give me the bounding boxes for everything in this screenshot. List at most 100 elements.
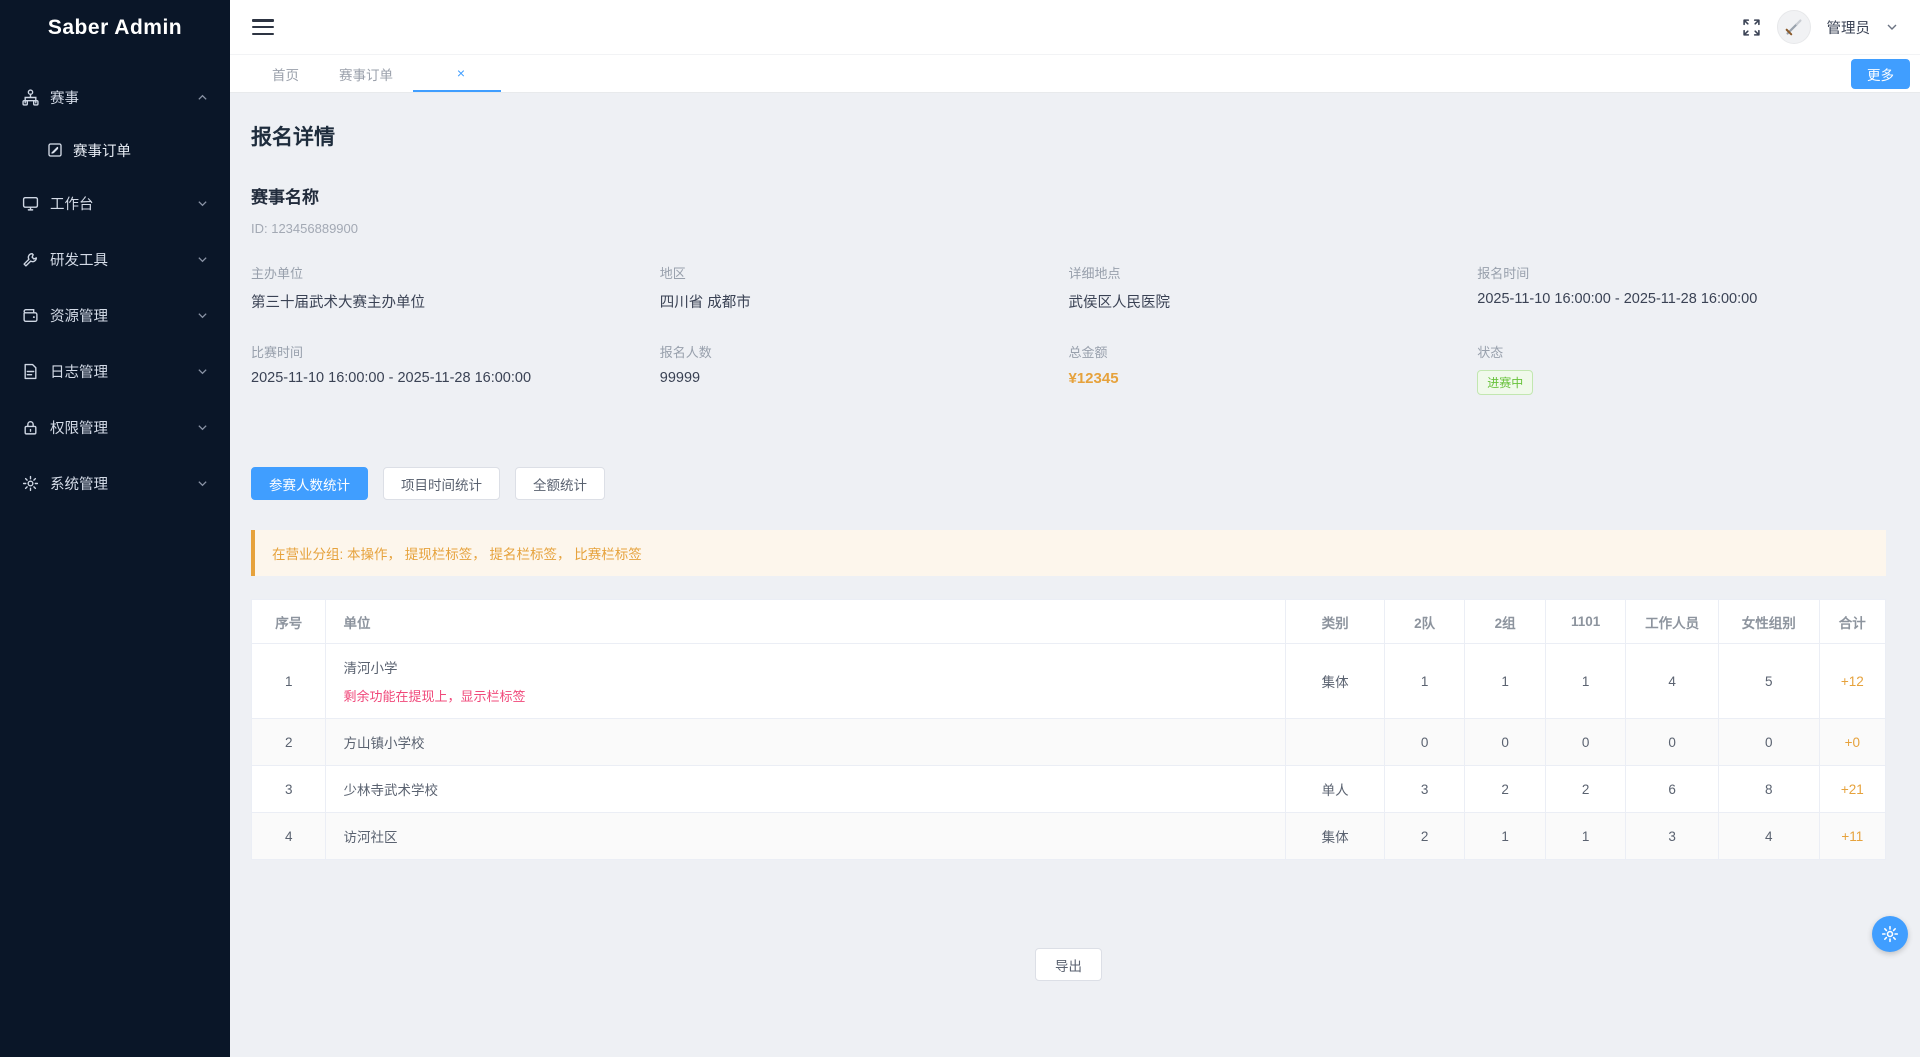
cell-value: 0 <box>1384 719 1464 766</box>
field-organizer: 主办单位 第三十届武术大赛主办单位 <box>251 263 660 312</box>
field-value: 四川省 成都市 <box>660 291 1069 312</box>
warning-alert: 在营业分组: 本操作， 提现栏标签， 提名栏标签， 比赛栏标签 <box>251 530 1886 576</box>
field-label: 总金额 <box>1069 342 1478 361</box>
field-total-amount: 总金额 ¥12345 <box>1069 342 1478 395</box>
col-female-group: 女性组别 <box>1718 600 1819 644</box>
sidebar-item-logs[interactable]: 日志管理 <box>0 343 230 399</box>
monitor-icon <box>22 195 39 212</box>
cell-value: 3 <box>1626 813 1719 860</box>
more-button[interactable]: 更多 <box>1851 59 1910 89</box>
cell-seq: 4 <box>252 813 326 860</box>
stats-table: 序号 单位 类别 2队 2组 1101 工作人员 女性组别 合计 <box>251 599 1886 860</box>
sidebar-item-label: 权限管理 <box>50 417 108 438</box>
sidebar-item-permissions[interactable]: 权限管理 <box>0 399 230 455</box>
cell-value: 5 <box>1718 644 1819 719</box>
sidebar-item-system[interactable]: 系统管理 <box>0 455 230 511</box>
table-row: 1 清河小学 剩余功能在提现上，显示栏标签 集体 1 1 1 4 5 +12 <box>252 644 1886 719</box>
sidebar-item-label: 赛事订单 <box>73 140 131 161</box>
sidebar-item-label: 工作台 <box>50 193 94 214</box>
user-avatar[interactable] <box>1777 10 1811 44</box>
main-column: 管理员 首页 赛事订单 × 更多 报名详情 赛事名称 ID: 1 <box>230 0 1920 1057</box>
cell-value: 0 <box>1718 719 1819 766</box>
cell-unit: 方山镇小学校 <box>326 719 1286 766</box>
chevron-down-icon <box>197 478 208 489</box>
stat-project-time-button[interactable]: 项目时间统计 <box>383 467 500 500</box>
field-signup-time: 报名时间 2025-11-10 16:00:00 - 2025-11-28 16… <box>1477 263 1886 312</box>
chevron-down-icon[interactable] <box>1886 21 1898 33</box>
sidebar-item-label: 系统管理 <box>50 473 108 494</box>
chevron-down-icon <box>197 198 208 209</box>
detail-grid: 主办单位 第三十届武术大赛主办单位 地区 四川省 成都市 详细地点 武侯区人民医… <box>251 263 1886 395</box>
field-region: 地区 四川省 成都市 <box>660 263 1069 312</box>
cell-total: +11 <box>1819 813 1885 860</box>
tab-active[interactable]: × <box>413 55 501 92</box>
cell-total: +0 <box>1819 719 1885 766</box>
document-icon <box>22 363 39 380</box>
sidebar-item-dev-tools[interactable]: 研发工具 <box>0 231 230 287</box>
sidebar-item-events[interactable]: 赛事 <box>0 69 230 125</box>
sidebar-menu: 赛事 赛事订单 工作台 <box>0 55 230 511</box>
event-id: ID: 123456889900 <box>251 221 1886 236</box>
unit-name: 清河小学 <box>343 657 1281 677</box>
cell-value: 2 <box>1384 813 1464 860</box>
export-button[interactable]: 导出 <box>1035 948 1102 981</box>
gear-icon <box>1881 925 1899 943</box>
gear-icon <box>22 475 39 492</box>
field-value: 第三十届武术大赛主办单位 <box>251 291 660 312</box>
cell-total: +12 <box>1819 644 1885 719</box>
unit-note: 剩余功能在提现上，显示栏标签 <box>343 686 1281 705</box>
field-value: 武侯区人民医院 <box>1069 291 1478 312</box>
sidebar-item-workbench[interactable]: 工作台 <box>0 175 230 231</box>
stat-participants-button[interactable]: 参赛人数统计 <box>251 467 368 500</box>
col-staff: 工作人员 <box>1626 600 1719 644</box>
sidebar-item-label: 赛事 <box>50 87 79 108</box>
cell-unit: 访河社区 <box>326 813 1286 860</box>
cell-value: 2 <box>1465 766 1545 813</box>
lock-icon <box>22 419 39 436</box>
table-row: 3 少林寺武术学校 单人 3 2 2 6 8 +21 <box>252 766 1886 813</box>
field-value: 99999 <box>660 370 1069 386</box>
cell-seq: 1 <box>252 644 326 719</box>
org-chart-icon <box>22 89 39 106</box>
sidebar-item-resources[interactable]: 资源管理 <box>0 287 230 343</box>
export-row: 导出 <box>251 948 1886 981</box>
page-title: 报名详情 <box>251 121 1886 151</box>
cell-total: +21 <box>1819 766 1885 813</box>
col-total: 合计 <box>1819 600 1885 644</box>
fullscreen-icon[interactable] <box>1742 18 1761 37</box>
cell-value: 1 <box>1545 644 1625 719</box>
cell-unit: 少林寺武术学校 <box>326 766 1286 813</box>
field-location: 详细地点 武侯区人民医院 <box>1069 263 1478 312</box>
chevron-down-icon <box>197 422 208 433</box>
tab-event-orders[interactable]: 赛事订单 <box>319 55 413 92</box>
sidebar: Saber Admin 赛事 <box>0 0 230 1057</box>
user-name[interactable]: 管理员 <box>1827 17 1871 38</box>
stat-full-amount-button[interactable]: 全额统计 <box>515 467 605 500</box>
cell-value: 0 <box>1465 719 1545 766</box>
chevron-down-icon <box>197 366 208 377</box>
app-logo: Saber Admin <box>0 0 230 55</box>
field-label: 状态 <box>1477 342 1886 361</box>
wrench-icon <box>22 251 39 268</box>
field-label: 报名人数 <box>660 342 1069 361</box>
sidebar-item-label: 日志管理 <box>50 361 108 382</box>
field-status: 状态 进赛中 <box>1477 342 1886 395</box>
sidebar-item-event-orders[interactable]: 赛事订单 <box>0 125 230 175</box>
menu-toggle-icon[interactable] <box>252 19 274 35</box>
col-1101: 1101 <box>1545 600 1625 644</box>
table-row: 2 方山镇小学校 0 0 0 0 0 +0 <box>252 719 1886 766</box>
field-value: 2025-11-10 16:00:00 - 2025-11-28 16:00:0… <box>1477 291 1886 307</box>
field-value: 2025-11-10 16:00:00 - 2025-11-28 16:00:0… <box>251 370 660 386</box>
col-2group: 2组 <box>1465 600 1545 644</box>
settings-fab[interactable] <box>1872 916 1908 952</box>
close-icon[interactable]: × <box>457 66 465 80</box>
tab-home[interactable]: 首页 <box>252 55 319 92</box>
cell-category: 集体 <box>1286 644 1385 719</box>
cell-seq: 3 <box>252 766 326 813</box>
tabbar: 首页 赛事订单 × 更多 <box>230 55 1920 93</box>
col-unit: 单位 <box>326 600 1286 644</box>
status-badge: 进赛中 <box>1477 370 1533 395</box>
table-header-row: 序号 单位 类别 2队 2组 1101 工作人员 女性组别 合计 <box>252 600 1886 644</box>
chevron-up-icon <box>197 92 208 103</box>
cell-value: 6 <box>1626 766 1719 813</box>
